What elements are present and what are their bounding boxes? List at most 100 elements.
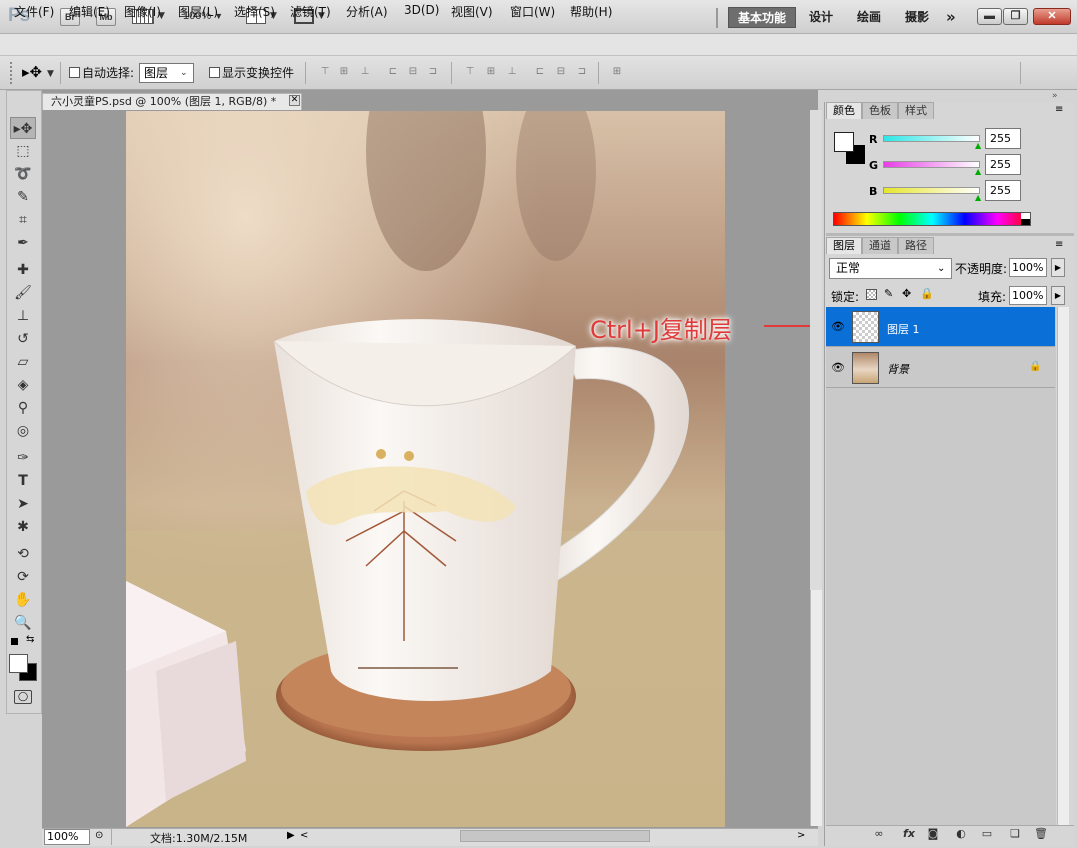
slider-handle-icon[interactable]: ▲: [975, 141, 981, 150]
menu-help[interactable]: 帮助(H): [570, 3, 612, 20]
document-tab[interactable]: 六小灵童PS.psd @ 100% (图层 1, RGB/8) *: [42, 93, 302, 110]
menu-edit[interactable]: 编辑(E): [69, 3, 110, 20]
tab-swatches[interactable]: 色板: [862, 102, 898, 119]
eye-icon[interactable]: 👁: [830, 361, 846, 375]
eye-icon[interactable]: 👁: [830, 320, 846, 334]
crop-tool-icon[interactable]: ⌗: [10, 209, 36, 231]
color-spectrum[interactable]: [833, 212, 1031, 226]
lock-position-icon[interactable]: ✥: [902, 287, 911, 300]
r-value-field[interactable]: 255: [985, 128, 1021, 149]
auto-select-dropdown[interactable]: 图层 ⌄: [139, 63, 194, 83]
opacity-field[interactable]: 100%: [1009, 258, 1047, 277]
menu-view[interactable]: 视图(V): [451, 3, 493, 20]
layer-list-scrollbar[interactable]: [1057, 307, 1069, 825]
slider-handle-icon[interactable]: ▲: [975, 193, 981, 202]
distribute-right-icon[interactable]: ⊐: [575, 66, 589, 78]
align-hcenter-icon[interactable]: ⊟: [406, 66, 420, 78]
slider-handle-icon[interactable]: ▲: [975, 167, 981, 176]
quick-mask-icon[interactable]: ◯: [14, 690, 32, 704]
blend-mode-dropdown[interactable]: 正常 ⌄: [829, 258, 952, 279]
panel-collapse-icon[interactable]: »: [1052, 91, 1058, 101]
type-tool-icon[interactable]: T: [10, 470, 36, 492]
menu-analysis[interactable]: 分析(A): [346, 3, 388, 20]
auto-select-checkbox[interactable]: [69, 67, 80, 78]
grip-handle[interactable]: [10, 62, 12, 84]
menu-3d[interactable]: 3D(D): [404, 3, 439, 17]
canvas[interactable]: [126, 111, 725, 827]
zoom-field[interactable]: 100%: [44, 829, 90, 845]
menu-select[interactable]: 选择(S): [234, 3, 275, 20]
chevron-down-icon[interactable]: ▼: [47, 69, 54, 79]
tab-color[interactable]: 颜色: [826, 102, 862, 119]
move-tool-icon[interactable]: ▸✥: [10, 117, 36, 139]
workspace-photography[interactable]: 摄影: [896, 7, 938, 28]
panel-menu-icon[interactable]: ≡: [1055, 104, 1063, 115]
3d-rotate-tool-icon[interactable]: ⟲: [10, 543, 36, 565]
paint-bucket-tool-icon[interactable]: ◈: [10, 374, 36, 396]
workspace-painting[interactable]: 绘画: [848, 7, 890, 28]
lasso-tool-icon[interactable]: ➰: [10, 163, 36, 185]
tab-channels[interactable]: 通道: [862, 237, 898, 254]
align-top-icon[interactable]: ⊤: [318, 66, 332, 78]
fill-slider-icon[interactable]: ▶: [1051, 286, 1065, 305]
play-icon[interactable]: ▶: [287, 830, 295, 841]
panel-menu-icon[interactable]: ≡: [1055, 239, 1063, 250]
align-bottom-icon[interactable]: ⊥: [358, 66, 372, 78]
move-tool-icon[interactable]: ▸✥: [22, 63, 42, 81]
close-icon[interactable]: ✕: [289, 95, 300, 106]
auto-align-icon[interactable]: ⊞: [610, 66, 624, 78]
show-transform-checkbox[interactable]: [209, 67, 220, 78]
more-workspaces-icon[interactable]: »: [937, 7, 965, 28]
distribute-left-icon[interactable]: ⊏: [533, 66, 547, 78]
menu-image[interactable]: 图像(I): [124, 3, 161, 20]
link-layers-icon[interactable]: ∞: [871, 826, 887, 842]
scroll-right-icon[interactable]: >: [797, 830, 805, 841]
quick-select-tool-icon[interactable]: ✎: [10, 186, 36, 208]
healing-brush-tool-icon[interactable]: ✚: [10, 259, 36, 281]
default-colors-icon[interactable]: [11, 638, 18, 645]
delete-layer-icon[interactable]: 🗑: [1033, 826, 1049, 842]
fill-field[interactable]: 100%: [1009, 286, 1047, 305]
scroll-thumb[interactable]: [810, 110, 822, 590]
history-brush-tool-icon[interactable]: ↺: [10, 328, 36, 350]
foreground-color-swatch[interactable]: [9, 654, 28, 673]
marquee-tool-icon[interactable]: ⬚: [10, 140, 36, 162]
menu-filter[interactable]: 滤镜(T): [290, 3, 331, 20]
lock-all-icon[interactable]: 🔒: [920, 287, 934, 300]
status-icon[interactable]: ⊙: [95, 830, 103, 841]
distribute-top-icon[interactable]: ⊤: [463, 66, 477, 78]
g-value-field[interactable]: 255: [985, 154, 1021, 175]
workspace-design[interactable]: 设计: [800, 7, 842, 28]
b-value-field[interactable]: 255: [985, 180, 1021, 201]
workspace-essentials[interactable]: 基本功能: [728, 7, 797, 28]
blur-tool-icon[interactable]: ◎: [10, 420, 36, 442]
3d-orbit-tool-icon[interactable]: ⟳: [10, 566, 36, 588]
pen-tool-icon[interactable]: ✑: [10, 447, 36, 469]
fg-color-swatch[interactable]: [834, 132, 854, 152]
distribute-vcenter-icon[interactable]: ⊞: [484, 66, 498, 78]
b-slider[interactable]: [883, 187, 980, 194]
eyedropper-tool-icon[interactable]: ✒: [10, 232, 36, 254]
opacity-slider-icon[interactable]: ▶: [1051, 258, 1065, 277]
distribute-hcenter-icon[interactable]: ⊟: [554, 66, 568, 78]
adjustment-layer-icon[interactable]: ◐: [953, 826, 969, 842]
horizontal-scroll-thumb[interactable]: [460, 830, 650, 842]
zoom-tool-icon[interactable]: 🔍: [10, 612, 36, 634]
brush-tool-icon[interactable]: 🖌: [10, 282, 36, 304]
close-button[interactable]: ✕: [1033, 8, 1071, 25]
layer-name[interactable]: 图层 1: [887, 321, 920, 337]
align-right-icon[interactable]: ⊐: [426, 66, 440, 78]
tab-styles[interactable]: 样式: [898, 102, 934, 119]
menu-window[interactable]: 窗口(W): [510, 3, 555, 20]
swap-colors-icon[interactable]: ⇆: [26, 634, 34, 645]
minimize-button[interactable]: ▬: [977, 8, 1002, 25]
menu-layer[interactable]: 图层(L): [178, 3, 218, 20]
layer-name[interactable]: 背景: [887, 361, 909, 377]
dodge-tool-icon[interactable]: ⚲: [10, 397, 36, 419]
new-layer-icon[interactable]: ❏: [1007, 826, 1023, 842]
scroll-left-icon[interactable]: <: [300, 830, 308, 841]
eraser-tool-icon[interactable]: ▱: [10, 351, 36, 373]
g-slider[interactable]: [883, 161, 980, 168]
menu-file[interactable]: 文件(F): [14, 3, 54, 20]
distribute-bottom-icon[interactable]: ⊥: [505, 66, 519, 78]
